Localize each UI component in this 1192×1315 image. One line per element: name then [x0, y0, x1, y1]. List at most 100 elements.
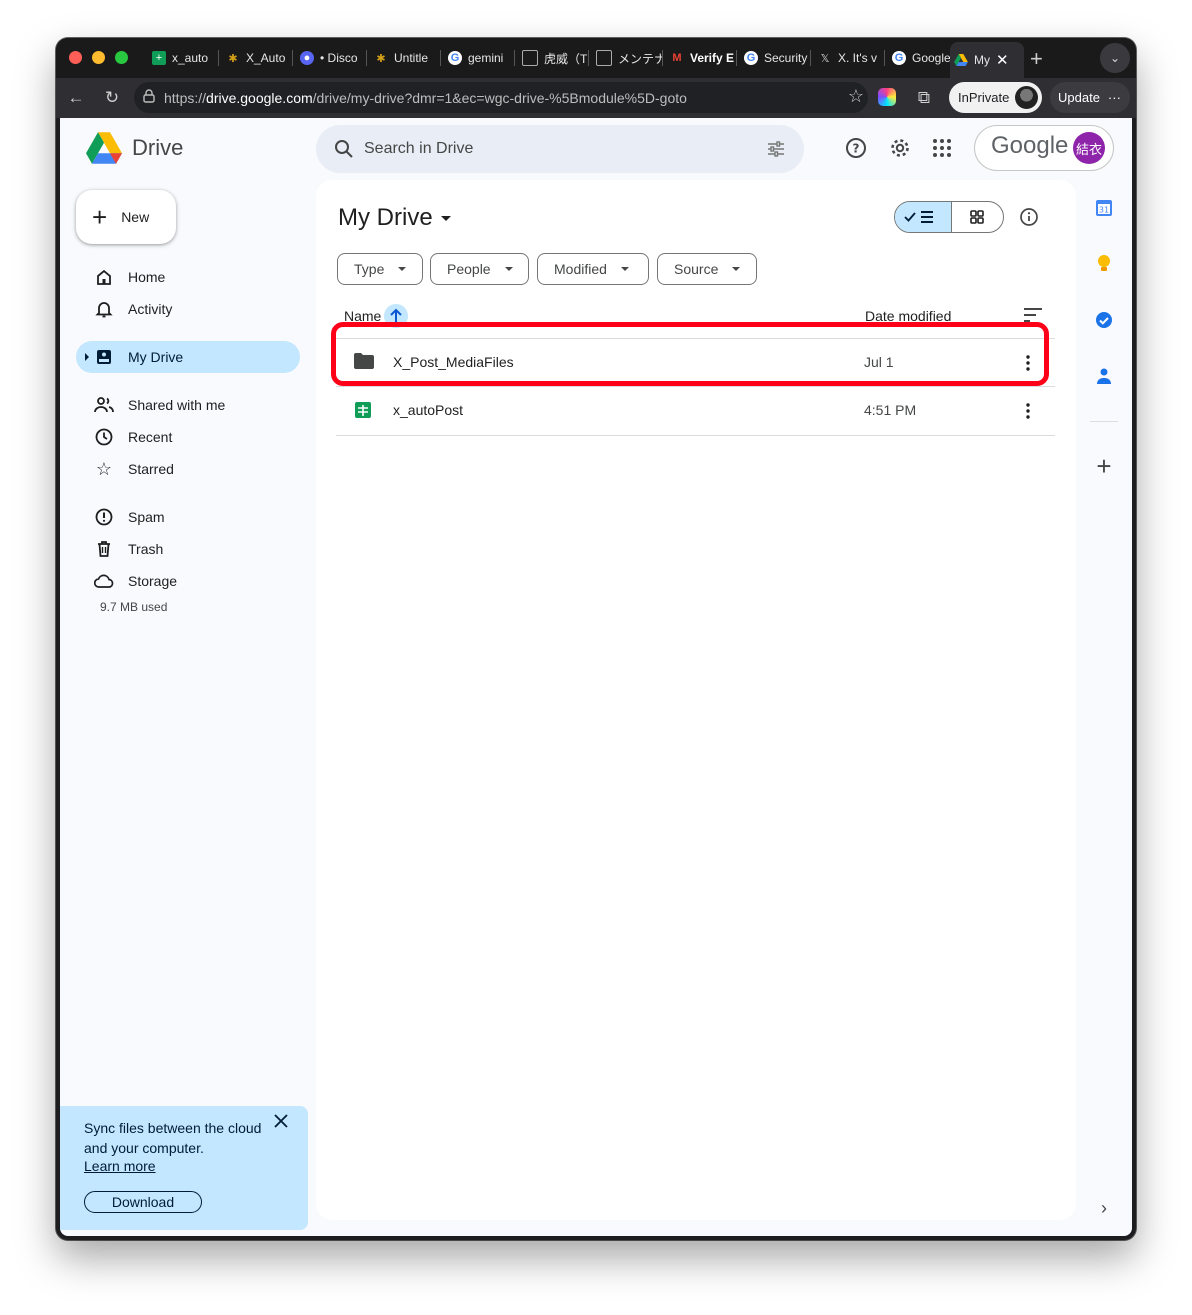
nav-home[interactable]: Home [76, 261, 300, 293]
back-icon[interactable]: ← [64, 86, 88, 110]
view-toggle[interactable] [894, 201, 1004, 233]
nav-trash[interactable]: Trash [76, 533, 300, 565]
drive-page: Drive Search in Drive ? Google 結衣 + New [60, 118, 1132, 1236]
reload-icon[interactable]: ↻ [100, 86, 124, 110]
account-avatar[interactable]: 結衣 [1073, 132, 1105, 164]
profile-avatar [1015, 86, 1038, 109]
drive-logo[interactable]: Drive [86, 132, 183, 164]
cloud-icon [94, 571, 114, 591]
grid-view-button[interactable] [970, 210, 984, 229]
nav-activity[interactable]: Activity [76, 293, 300, 325]
apps-grid-icon[interactable] [928, 134, 956, 162]
svg-text:?: ? [853, 142, 860, 156]
download-button[interactable]: Download [84, 1191, 202, 1213]
google-icon: G [448, 51, 462, 65]
google-icon: G [744, 51, 758, 65]
palm-icon: ✱ [228, 52, 238, 65]
list-view-button[interactable] [895, 202, 952, 232]
lock-icon [143, 89, 155, 103]
discord-icon: ● [300, 51, 314, 65]
sync-banner: Sync files between the cloud and your co… [60, 1106, 308, 1230]
browser-tab[interactable]: 虎威（T [518, 44, 588, 72]
browser-tab[interactable]: メンテナ [592, 44, 662, 72]
browser-tab[interactable]: G Google [888, 44, 952, 72]
search-input[interactable]: Search in Drive [364, 140, 473, 158]
browser-tab[interactable]: G Security [740, 44, 810, 72]
browser-tab[interactable]: M Verify E [666, 44, 736, 72]
page-icon [522, 50, 538, 66]
learn-more-link[interactable]: Learn more [84, 1158, 156, 1174]
inprivate-badge[interactable]: InPrivate [949, 82, 1042, 113]
filter-modified[interactable]: Modified [537, 253, 649, 285]
expand-caret-icon[interactable] [85, 353, 89, 361]
home-icon [94, 267, 114, 287]
browser-tab[interactable]: ✱ Untitle [370, 44, 440, 72]
file-name: x_autoPost [393, 402, 464, 418]
filter-type[interactable]: Type [337, 253, 423, 285]
nav-spam[interactable]: Spam [76, 501, 300, 533]
keep-icon[interactable] [1094, 254, 1114, 274]
chevron-right-icon[interactable]: › [1094, 1198, 1114, 1218]
favorite-star-icon[interactable]: ☆ [848, 86, 864, 107]
caret-down-icon [732, 267, 741, 271]
new-tab-icon[interactable]: + [1030, 46, 1043, 72]
grid-icon [970, 210, 984, 224]
nav-my-drive[interactable]: My Drive [76, 341, 300, 373]
google-wordmark: Google [991, 132, 1069, 159]
add-addon-icon[interactable]: + [1094, 451, 1114, 481]
drive-icon [954, 53, 968, 67]
clock-icon [94, 427, 114, 447]
side-panel-divider [1090, 421, 1118, 422]
gmail-icon: M [672, 52, 682, 64]
close-icon[interactable] [274, 1114, 294, 1134]
contacts-icon[interactable] [1094, 366, 1114, 386]
url-text: https://drive.google.com/drive/my-drive?… [164, 89, 687, 106]
help-icon[interactable]: ? [842, 134, 870, 162]
browser-tab[interactable]: G gemini [444, 44, 514, 72]
sync-banner-text: Sync files between the cloud and your co… [84, 1120, 262, 1156]
close-tab-icon[interactable]: ✕ [996, 51, 1009, 69]
table-row[interactable]: x_autoPost 4:51 PM [336, 386, 1055, 436]
info-icon[interactable] [1019, 207, 1039, 227]
new-button[interactable]: + New [76, 190, 176, 244]
nav-storage[interactable]: Storage [76, 565, 300, 597]
palm-icon: ✱ [376, 52, 386, 65]
copilot-icon[interactable] [878, 88, 896, 106]
nav-starred[interactable]: ☆ Starred [76, 453, 300, 485]
account-switcher[interactable]: Google 結衣 [974, 125, 1114, 171]
search-bar[interactable]: Search in Drive [316, 125, 804, 173]
caret-down-icon [504, 267, 513, 271]
address-bar[interactable]: https://drive.google.com/drive/my-drive?… [134, 82, 868, 113]
extensions-icon[interactable]: ⧉ [912, 86, 936, 110]
x-icon: 𝕏 [820, 52, 830, 65]
caret-down-icon [620, 267, 629, 271]
minimize-window-button[interactable] [92, 51, 105, 64]
browser-tab[interactable]: 𝕏 X. It's v [814, 44, 884, 72]
filter-people[interactable]: People [430, 253, 529, 285]
tab-list-button[interactable]: ⌄ [1100, 43, 1130, 73]
settings-gear-icon[interactable] [886, 134, 914, 162]
more-vert-icon[interactable] [1020, 399, 1036, 423]
nav-recent[interactable]: Recent [76, 421, 300, 453]
nav-shared-with-me[interactable]: Shared with me [76, 389, 300, 421]
tasks-icon[interactable] [1094, 310, 1114, 330]
browser-toolbar: ← ↻ https://drive.google.com/drive/my-dr… [56, 78, 1136, 118]
search-icon [334, 139, 354, 159]
check-list-icon [904, 211, 933, 223]
page-title[interactable]: My Drive [338, 204, 451, 232]
zoom-window-button[interactable] [115, 51, 128, 64]
update-button[interactable]: Update ··· [1050, 82, 1130, 113]
plus-icon: + [92, 201, 108, 232]
filter-source[interactable]: Source [657, 253, 757, 285]
search-options-icon[interactable] [766, 139, 786, 164]
tab-strip: + x_auto ✱ X_Auto ● • Disco ✱ Untitle G … [56, 38, 1136, 78]
calendar-icon[interactable]: 31 [1094, 198, 1114, 218]
bell-icon [94, 299, 114, 319]
sheets-icon: + [152, 51, 166, 65]
browser-tab[interactable]: + x_auto [148, 44, 218, 72]
browser-tab[interactable]: ● • Disco [296, 44, 366, 72]
browser-tab-active[interactable]: My ✕ [950, 42, 1024, 78]
browser-tab[interactable]: ✱ X_Auto [222, 44, 292, 72]
close-window-button[interactable] [69, 51, 82, 64]
drive-logo-icon [86, 132, 122, 164]
